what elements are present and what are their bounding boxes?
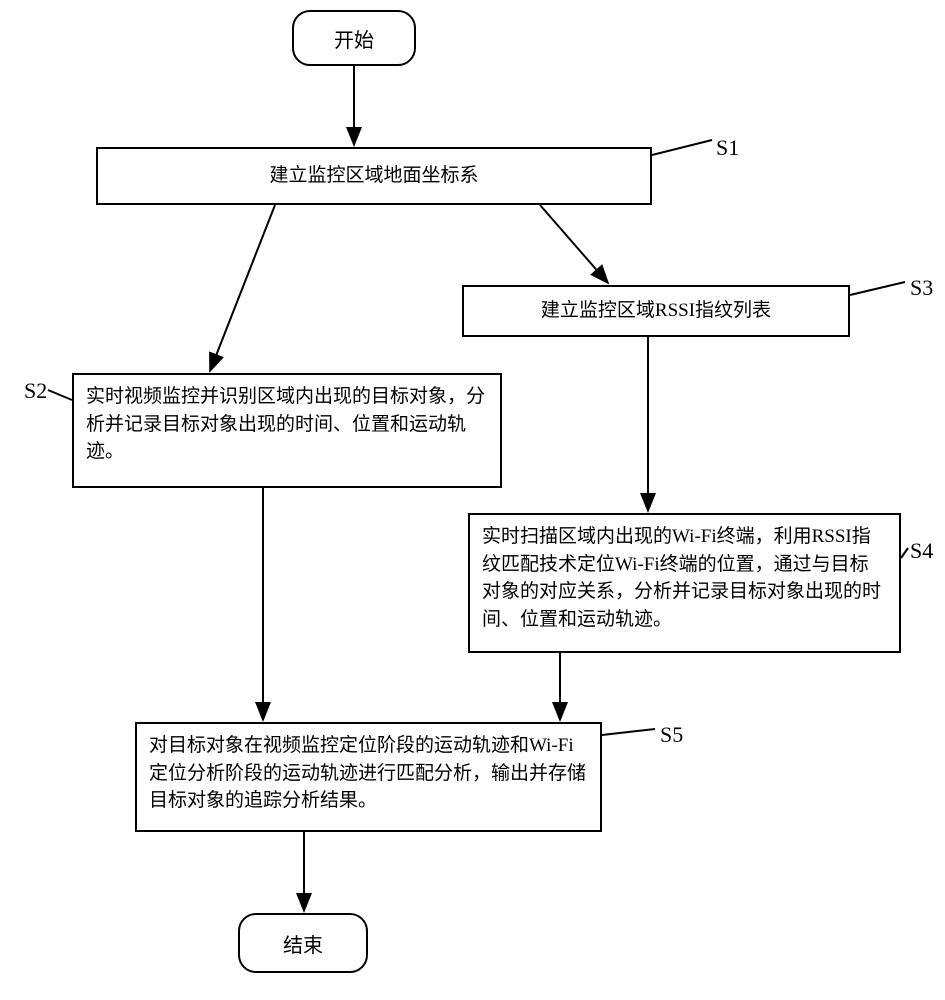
node-start: 开始 <box>292 10 416 66</box>
node-s3: 建立监控区域RSSI指纹列表 <box>462 285 850 337</box>
node-s2-text: 实时视频监控并识别区域内出现的目标对象，分析并记录目标对象出现的时间、位置和运动… <box>86 386 485 462</box>
label-s4: S4 <box>910 538 933 564</box>
label-s5: S5 <box>660 722 683 748</box>
node-s1-text: 建立监控区域地面坐标系 <box>269 162 478 190</box>
node-s2: 实时视频监控并识别区域内出现的目标对象，分析并记录目标对象出现的时间、位置和运动… <box>72 373 502 488</box>
node-s4: 实时扫描区域内出现的Wi-Fi终端，利用RSSI指纹匹配技术定位Wi-Fi终端的… <box>468 513 901 653</box>
flowchart-canvas: 开始 建立监控区域地面坐标系 S1 建立监控区域RSSI指纹列表 S3 实时视频… <box>0 0 945 1000</box>
label-s3: S3 <box>910 275 933 301</box>
node-start-text: 开始 <box>334 24 374 53</box>
node-end: 结束 <box>238 913 368 973</box>
label-s1: S1 <box>716 135 739 161</box>
node-s5-text: 对目标对象在视频监控定位阶段的运动轨迹和Wi-Fi定位分析阶段的运动轨迹进行匹配… <box>149 735 586 811</box>
node-end-text: 结束 <box>283 929 323 958</box>
node-s4-text: 实时扫描区域内出现的Wi-Fi终端，利用RSSI指纹匹配技术定位Wi-Fi终端的… <box>482 526 881 630</box>
node-s5: 对目标对象在视频监控定位阶段的运动轨迹和Wi-Fi定位分析阶段的运动轨迹进行匹配… <box>135 722 602 832</box>
label-s2: S2 <box>24 378 47 404</box>
node-s1: 建立监控区域地面坐标系 <box>96 147 652 205</box>
node-s3-text: 建立监控区域RSSI指纹列表 <box>541 297 771 325</box>
